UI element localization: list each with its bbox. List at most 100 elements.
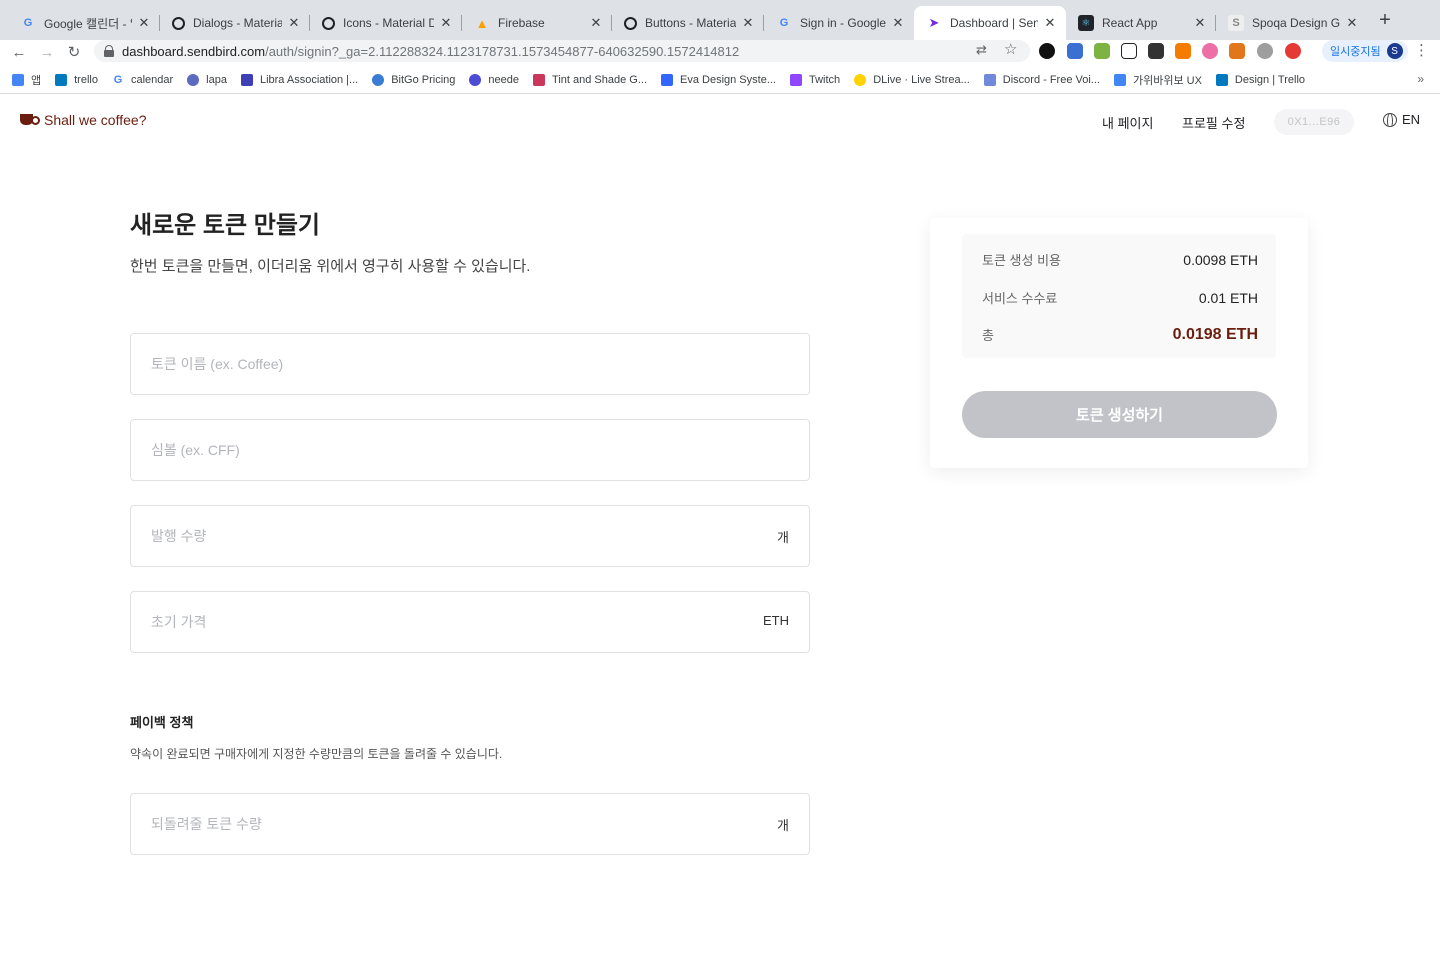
bookmark-item[interactable]: DLive · Live Strea... <box>854 73 970 86</box>
cost-row-total: 총 0.0198 ETH <box>982 325 1258 344</box>
token-name-input[interactable] <box>131 334 809 394</box>
bookmark-item[interactable]: neede <box>469 73 519 86</box>
close-icon[interactable]: ✕ <box>1192 15 1208 31</box>
bookmark-label: calendar <box>130 73 174 86</box>
browser-tab-active[interactable]: ➤ Dashboard | SendBi ✕ <box>914 6 1066 40</box>
extension-icon[interactable] <box>1257 43 1273 59</box>
notion-icon[interactable] <box>1121 43 1137 59</box>
bookmark-item[interactable]: 앱 <box>12 72 41 88</box>
supply-unit: 개 <box>777 530 789 545</box>
bookmark-label: DLive · Live Strea... <box>873 73 970 86</box>
extension-icon[interactable] <box>1039 43 1055 59</box>
nav-edit-profile[interactable]: 프로필 수정 <box>1182 113 1245 132</box>
extension-icon[interactable] <box>1067 43 1083 59</box>
cost-value: 0.01 ETH <box>1198 289 1258 306</box>
google-icon: G <box>23 17 33 29</box>
bookmark-item[interactable]: lapa <box>187 73 227 86</box>
material-icon <box>322 16 335 30</box>
initial-price-field[interactable]: ETH <box>130 591 810 653</box>
cost-row-service-fee: 서비스 수수료 0.01 ETH <box>982 288 1258 307</box>
page-subtitle: 한번 토큰을 만들면, 이더리움 위에서 영구히 사용할 수 있습니다. <box>130 258 531 275</box>
address-bar[interactable]: dashboard.sendbird.com/auth/signin?_ga=2… <box>94 40 1030 62</box>
nav-my-page[interactable]: 내 페이지 <box>1102 113 1153 132</box>
cost-value: 0.0098 ETH <box>1183 251 1258 268</box>
bookmark-label: BitGo Pricing <box>391 73 456 86</box>
token-supply-field[interactable]: 개 <box>130 505 810 567</box>
extension-icon[interactable] <box>1148 43 1164 59</box>
price-unit: ETH <box>763 613 789 628</box>
token-name-field[interactable] <box>130 333 810 395</box>
wallet-address-badge[interactable]: 0X1...E96 <box>1274 109 1354 135</box>
close-icon[interactable]: ✕ <box>890 15 906 31</box>
browser-tab[interactable]: S Spoqa Design Guide ✕ <box>1216 6 1368 40</box>
close-icon[interactable]: ✕ <box>1344 15 1360 31</box>
bookmark-item[interactable]: 가위바위보 UX <box>1113 72 1202 88</box>
browser-tab[interactable]: ▲ Firebase ✕ <box>462 6 612 40</box>
payback-amount-input[interactable] <box>131 794 809 854</box>
back-arrow-icon[interactable]: ← <box>8 41 30 63</box>
bookmark-item[interactable]: trello <box>55 73 98 86</box>
language-selector[interactable]: EN <box>1383 112 1420 127</box>
browser-tab[interactable]: ⚛ React App ✕ <box>1066 6 1216 40</box>
payback-amount-field[interactable]: 개 <box>130 793 810 855</box>
material-icon <box>624 16 637 30</box>
bookmark-item[interactable]: Eva Design Syste... <box>661 73 776 86</box>
bookmarks-overflow-icon[interactable]: » <box>1417 72 1424 86</box>
tint-icon <box>533 73 546 86</box>
payback-unit: 개 <box>777 818 789 833</box>
close-icon[interactable]: ✕ <box>286 15 302 31</box>
bookmark-item[interactable]: Twitch <box>790 73 841 86</box>
bookmark-item[interactable]: BitGo Pricing <box>372 73 456 86</box>
libra-icon <box>240 73 253 86</box>
bookmark-item[interactable]: Design | Trello <box>1215 73 1305 86</box>
profile-button[interactable]: 일시중지됨 S <box>1322 40 1408 62</box>
cost-label: 서비스 수수료 <box>982 291 1058 306</box>
avatar: S <box>1386 43 1403 59</box>
firebase-icon: ▲ <box>475 15 489 31</box>
token-supply-input[interactable] <box>131 506 809 566</box>
tab-title: Sign in - Google Ac <box>800 16 886 30</box>
forward-arrow-icon[interactable]: → <box>36 41 58 63</box>
close-icon[interactable]: ✕ <box>588 15 604 31</box>
star-icon[interactable]: ☆ <box>1004 40 1017 58</box>
profile-status: 일시중지됨 <box>1330 46 1381 58</box>
spoqa-icon: S <box>1228 15 1244 31</box>
site-logo[interactable]: Shall we coffee? <box>20 112 146 128</box>
browser-tab[interactable]: Icons - Material Des ✕ <box>310 6 462 40</box>
close-icon[interactable]: ✕ <box>136 15 152 31</box>
extension-icon[interactable] <box>1285 43 1301 59</box>
bookmark-label: 가위바위보 UX <box>1132 74 1202 87</box>
trello-icon <box>55 73 68 86</box>
browser-tab[interactable]: G Google 캘린더 - 일정 ✕ <box>8 6 160 40</box>
bookmark-item[interactable]: Tint and Shade G... <box>533 73 647 86</box>
bookmark-item[interactable]: Discord - Free Voi... <box>983 73 1100 86</box>
close-icon[interactable]: ✕ <box>740 15 756 31</box>
extension-icon[interactable] <box>1094 43 1110 59</box>
token-symbol-field[interactable] <box>130 419 810 481</box>
extension-icon[interactable] <box>1202 43 1218 59</box>
bookmark-item[interactable]: Libra Association |... <box>240 73 358 86</box>
bookmarks-bar: 앱 trello Gcalendar lapa Libra Associatio… <box>0 66 1440 94</box>
bookmark-label: trello <box>74 73 98 86</box>
browser-tab[interactable]: G Sign in - Google Ac ✕ <box>764 6 914 40</box>
tab-title: Icons - Material Des <box>343 16 434 30</box>
bookmark-item[interactable]: Gcalendar <box>112 74 173 86</box>
new-tab-icon[interactable]: + <box>1374 10 1396 32</box>
browser-tab[interactable]: Buttons - Material D ✕ <box>612 6 764 40</box>
globe-icon <box>1383 112 1397 127</box>
token-symbol-input[interactable] <box>131 420 809 480</box>
close-icon[interactable]: ✕ <box>1042 15 1058 31</box>
bookmark-label: Tint and Shade G... <box>552 73 647 86</box>
extension-icon[interactable] <box>1175 43 1191 59</box>
create-token-button[interactable]: 토큰 생성하기 <box>962 391 1277 438</box>
tab-title: Firebase <box>498 16 545 30</box>
bookmark-label: Twitch <box>809 73 841 86</box>
reload-icon[interactable]: ↻ <box>63 41 85 63</box>
more-menu-icon[interactable]: ⋮ <box>1414 41 1429 59</box>
tab-title: Buttons - Material D <box>645 16 736 30</box>
metamask-icon[interactable] <box>1229 43 1245 59</box>
browser-tab[interactable]: Dialogs - Material D ✕ <box>160 6 310 40</box>
initial-price-input[interactable] <box>131 592 809 652</box>
translate-icon[interactable]: ⇄ <box>976 42 987 58</box>
close-icon[interactable]: ✕ <box>438 15 454 31</box>
